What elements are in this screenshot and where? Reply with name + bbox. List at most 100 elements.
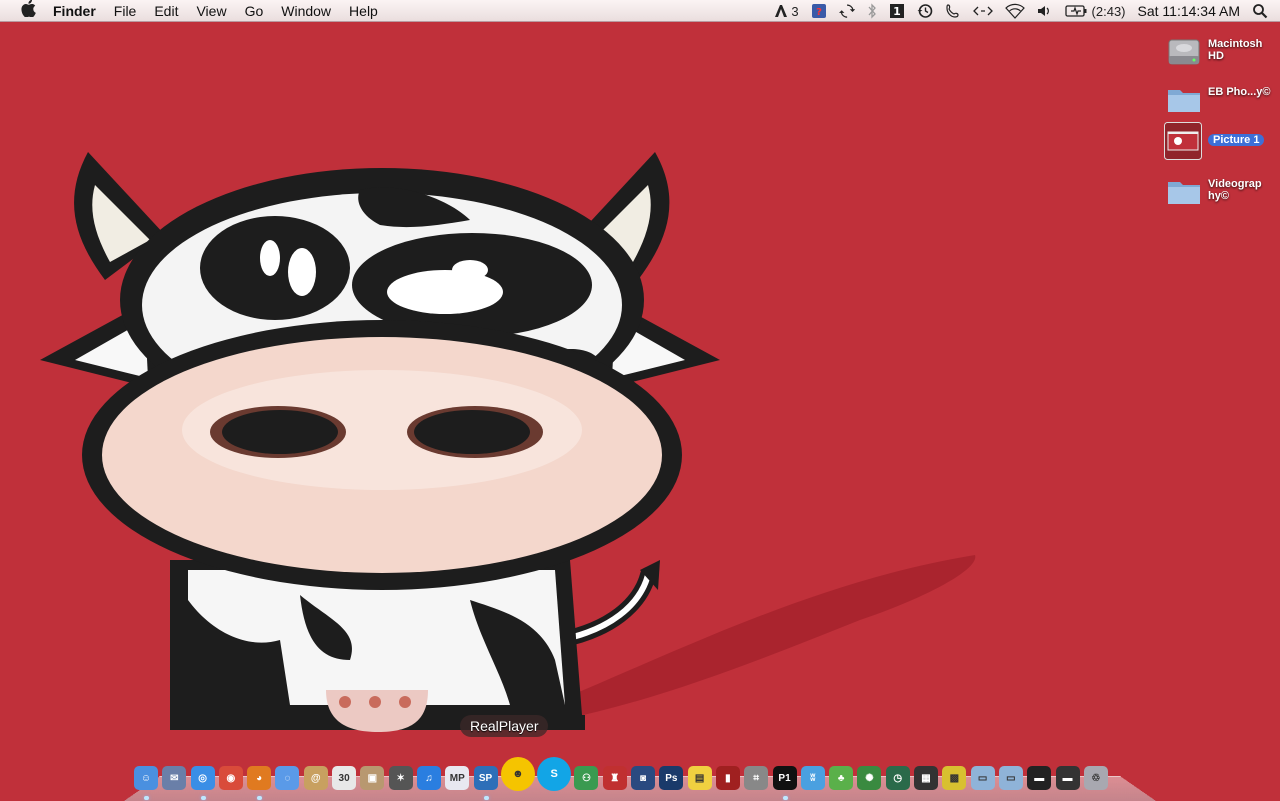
spotlight-icon[interactable] [1246,0,1280,22]
network-arrows-icon[interactable] [967,0,999,22]
adobe-updater-icon[interactable]: 3 [768,0,804,22]
spaces-icon[interactable]: 1 [883,0,911,22]
desktop-icon-videography[interactable]: Videograp hy© [1164,168,1274,212]
desktop-icon-label: Macintosh HD [1208,38,1263,62]
dock-item-address-book[interactable]: @ [302,764,330,792]
dock-item-realplayer[interactable]: SP [472,764,500,800]
applications-folder-icon: ▭ [970,766,995,790]
dock-item-skype[interactable]: S [536,756,572,792]
photoshop-icon: Ps [659,766,684,790]
desktop-icon-eb-photography[interactable]: EB Pho...y© [1164,76,1274,120]
dock-item-trash[interactable]: ♲ [1082,764,1110,792]
dock-item-fan[interactable]: ✺ [855,764,883,792]
dock-item-firefox[interactable]: ◕ [245,764,273,800]
stickies-icon: ▤ [687,766,712,790]
dock-item-clapper[interactable]: ▦ [912,764,940,792]
dock-item-chess[interactable]: ▩ [940,764,968,792]
waves-icon: ʬ [800,766,825,790]
wifi-icon[interactable] [999,0,1031,22]
menu-edit[interactable]: Edit [145,0,187,22]
menu-window[interactable]: Window [272,0,340,22]
desktop-icon-macintosh-hd[interactable]: Macintosh HD [1164,28,1274,72]
screenshot-thumbnail-icon [1164,122,1202,160]
dock-item-itunes[interactable]: ♫ [415,764,443,792]
clapper-icon: ▦ [914,766,939,790]
folder-icon [1166,174,1202,208]
volume-icon[interactable] [1031,0,1059,22]
display-icon: ▬ [1055,766,1080,790]
menu-file[interactable]: File [105,0,146,22]
menubar-clock[interactable]: Sat 11:14:34 AM [1132,3,1246,19]
monitor-icon: ▬ [1027,766,1052,790]
menu-go[interactable]: Go [236,0,273,22]
dock-item-applications-folder[interactable]: ▭ [969,764,997,792]
desktop-icon-label: Videograp hy© [1208,178,1262,202]
dock-item-time-machine-dock[interactable]: ◷ [884,764,912,792]
red-book-icon: ▮ [715,766,740,790]
p1-icon: P1 [772,766,797,790]
dock-item-ichat[interactable]: ◌ [273,764,301,792]
dock-item-screenshot-app[interactable]: ⌗ [742,764,770,792]
skype-icon: S [537,757,572,791]
menu-finder[interactable]: Finder [53,0,105,22]
mail-stamp-icon: ✉ [162,766,187,790]
documents-folder-icon: ▭ [998,766,1023,790]
dock-item-p1[interactable]: P1 [771,764,799,800]
dock-item-star-app[interactable]: ✶ [387,764,415,792]
adobe-update-count: 3 [791,3,799,19]
dock-item-monitor[interactable]: ▬ [1025,764,1053,792]
desktop-icon-picture-1[interactable]: Picture 1 [1164,120,1274,164]
battery-icon[interactable]: (2:43) [1059,0,1132,22]
dock-item-preview[interactable]: ▣ [358,764,386,792]
time-machine-icon[interactable] [911,0,939,22]
sync-icon[interactable] [833,0,861,22]
folder-icon [1166,82,1202,116]
dock-item-photoshop[interactable]: Ps [657,764,685,792]
yahoo-messenger-icon: ☻ [500,757,535,791]
svg-text:1: 1 [893,5,901,18]
dock-tooltip: RealPlayer [460,715,549,737]
menu-help[interactable]: Help [340,0,387,22]
phone-icon[interactable] [939,0,967,22]
notification-badge-icon[interactable]: ? [805,0,833,22]
menu-view[interactable]: View [187,0,235,22]
dock-item-waves[interactable]: ʬ [799,764,827,792]
dock-item-joystick[interactable]: ♜ [601,764,629,792]
dock-item-ical[interactable]: 30 [330,764,358,792]
bluetooth-icon[interactable] [861,0,883,22]
dock-item-finder[interactable]: ☺ [132,764,160,800]
dock-item-messenger[interactable]: ⚇ [572,764,600,792]
dock-item-documents-folder[interactable]: ▭ [997,764,1025,792]
dock-item-safari[interactable]: ◎ [189,764,217,800]
dock-item-mplayer[interactable]: MP [443,764,471,792]
dock-item-red-book[interactable]: ▮ [714,764,742,792]
ichat-icon: ◌ [275,766,300,790]
running-indicator [483,796,489,800]
ical-icon: 30 [332,766,357,790]
safari-icon: ◎ [190,766,215,790]
dock-item-yahoo-messenger[interactable]: ☻ [500,756,536,792]
running-indicator [200,796,206,800]
address-book-icon: @ [303,766,328,790]
star-app-icon: ✶ [388,766,413,790]
dock-item-display[interactable]: ▬ [1054,764,1082,792]
finder-icon: ☺ [134,766,158,790]
dock-item-chrome[interactable]: ◉ [217,764,245,792]
chrome-icon: ◉ [218,766,243,790]
messenger-icon: ⚇ [574,766,599,790]
mplayer-icon: MP [445,766,470,790]
battery-time: (2:43) [1091,3,1126,19]
dock-item-mail-stamp[interactable]: ✉ [160,764,188,792]
apple-icon[interactable] [18,0,38,22]
frog-icon: ♣ [829,766,854,790]
preview-icon: ▣ [360,766,385,790]
trash-icon: ♲ [1083,766,1108,790]
dock-item-stickies[interactable]: ▤ [686,764,714,792]
itunes-icon: ♫ [416,766,441,790]
dock-item-frog[interactable]: ♣ [827,764,855,792]
menu-bar: Finder File Edit View Go Window Help 3 ?… [0,0,1280,22]
desktop-icon-label: Picture 1 [1208,134,1265,146]
dock: ☺ ✉ ◎ ◉ ◕ ◌ @30 ▣ ✶ ♫ MP SP ☻ S ⚇ ♜ ◙ Ps ▤ ▮ ⌗ P1 ʬ ♣ ✺ ◷ ▦ ▩ ▭ ▭ ▬ ▬ ♲ [132,752,1110,800]
dock-item-photo-booth[interactable]: ◙ [629,764,657,792]
running-indicator [144,796,149,800]
